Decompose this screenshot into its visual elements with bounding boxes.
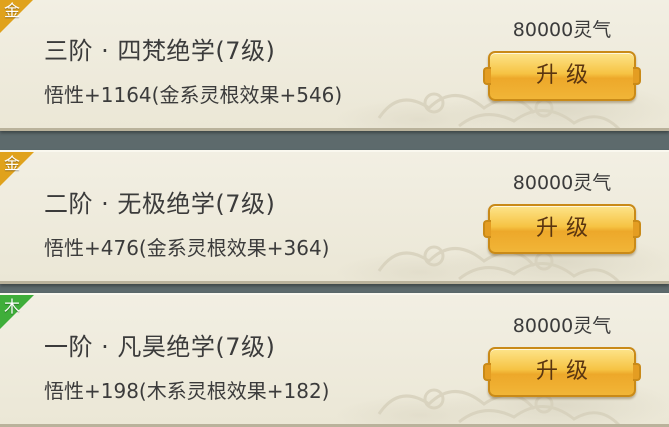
skill-title: 一阶 · 凡昊绝学(7级)	[44, 333, 276, 361]
skill-list: 金 三阶 · 四梵绝学(7级) 悟性+1164(金系灵根效果+546) 8000…	[0, 0, 669, 427]
upgrade-button[interactable]: 升级	[483, 347, 641, 397]
upgrade-button[interactable]: 升级	[483, 51, 641, 101]
element-badge: 金	[0, 0, 34, 33]
skill-card: 金 二阶 · 无极绝学(7级) 悟性+476(金系灵根效果+364) 80000…	[0, 150, 669, 284]
skill-effect: 悟性+198(木系灵根效果+182)	[44, 379, 330, 403]
skill-effect: 悟性+476(金系灵根效果+364)	[44, 236, 330, 260]
skill-title: 三阶 · 四梵绝学(7级)	[44, 37, 276, 65]
element-char: 木	[4, 297, 21, 316]
element-char: 金	[4, 1, 21, 20]
upgrade-cost: 80000灵气	[512, 315, 612, 337]
skill-card: 木 一阶 · 凡昊绝学(7级) 悟性+198(木系灵根效果+182) 80000…	[0, 293, 669, 427]
skill-effect: 悟性+1164(金系灵根效果+546)	[44, 83, 343, 107]
element-badge: 木	[0, 295, 34, 329]
element-char: 金	[4, 154, 21, 173]
element-badge: 金	[0, 152, 34, 186]
upgrade-cost: 80000灵气	[512, 19, 612, 41]
upgrade-cost: 80000灵气	[512, 172, 612, 194]
upgrade-button[interactable]: 升级	[483, 204, 641, 254]
skill-title: 二阶 · 无极绝学(7级)	[44, 190, 276, 218]
skill-card: 金 三阶 · 四梵绝学(7级) 悟性+1164(金系灵根效果+546) 8000…	[0, 0, 669, 131]
